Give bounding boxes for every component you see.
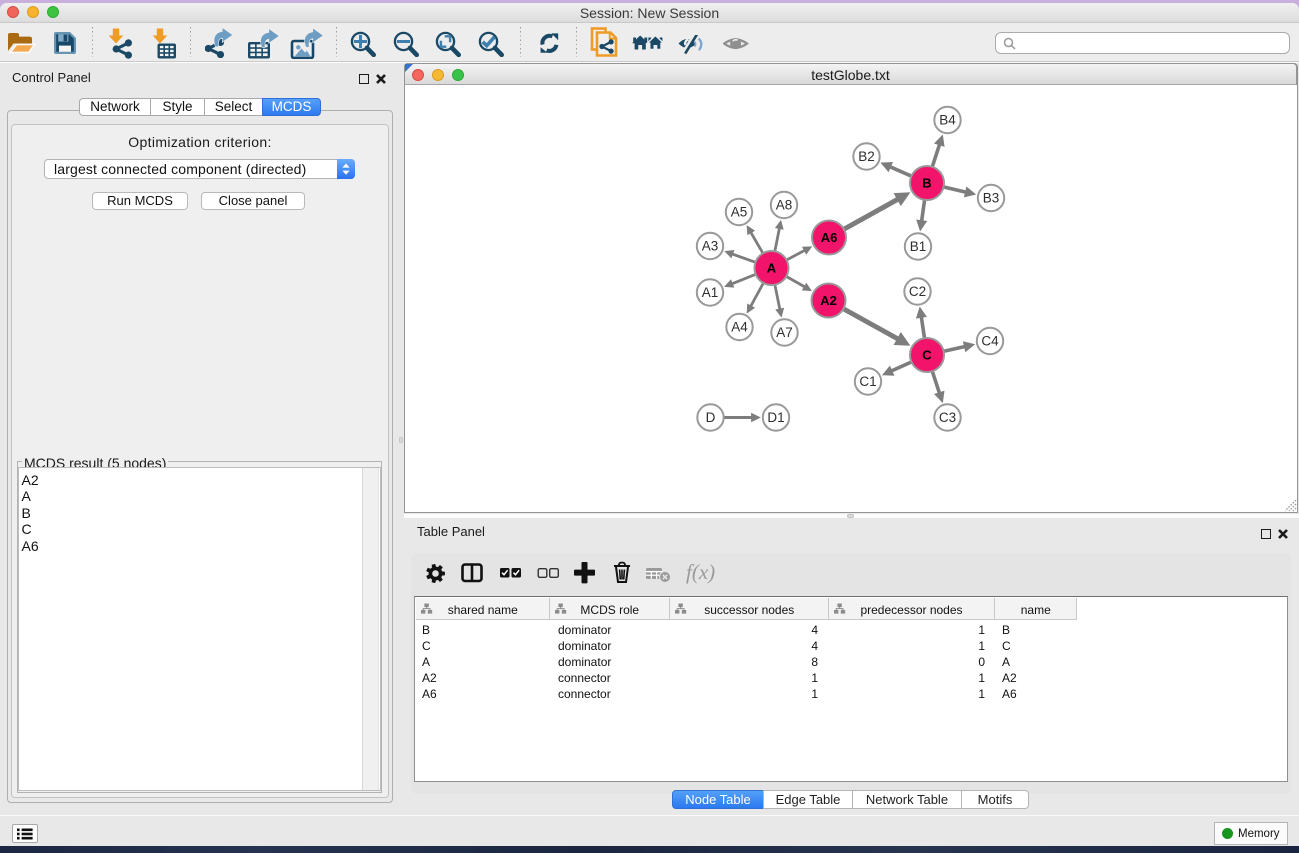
svg-text:A1: A1 <box>702 285 719 300</box>
svg-text:C3: C3 <box>939 410 956 425</box>
svg-text:A7: A7 <box>776 325 793 340</box>
svg-text:A5: A5 <box>731 205 748 220</box>
svg-text:B: B <box>922 176 931 191</box>
svg-text:C2: C2 <box>909 284 926 299</box>
svg-text:C: C <box>922 348 932 363</box>
svg-text:C4: C4 <box>981 334 999 349</box>
svg-text:A: A <box>767 261 777 276</box>
svg-text:B4: B4 <box>939 113 956 128</box>
svg-text:B3: B3 <box>983 191 1000 206</box>
svg-text:A3: A3 <box>702 239 719 254</box>
svg-text:A6: A6 <box>821 230 838 245</box>
svg-text:A4: A4 <box>731 320 748 335</box>
svg-text:D: D <box>706 410 716 425</box>
svg-text:D1: D1 <box>767 410 784 425</box>
svg-text:A2: A2 <box>820 293 837 308</box>
svg-text:A8: A8 <box>776 198 793 213</box>
svg-text:B1: B1 <box>910 239 927 254</box>
svg-text:C1: C1 <box>859 374 876 389</box>
svg-text:B2: B2 <box>858 149 875 164</box>
